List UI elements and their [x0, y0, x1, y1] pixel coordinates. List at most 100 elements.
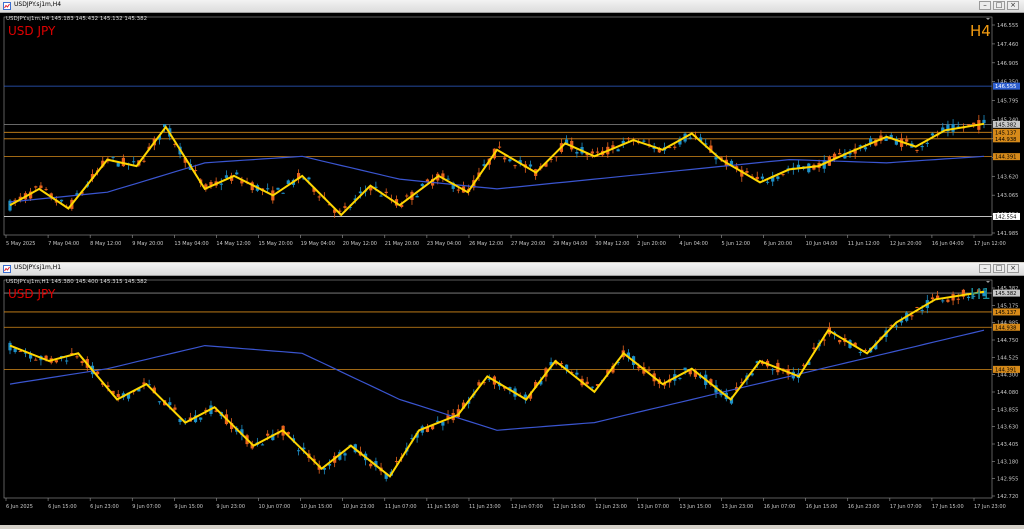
- candle-body: [503, 157, 507, 160]
- candle-body: [415, 195, 419, 198]
- candle-body: [575, 152, 579, 154]
- candle-body: [116, 163, 120, 167]
- window-titlebar-h1[interactable]: USDJPY.sj1m,H1 – □ ×: [0, 263, 1024, 276]
- candle-body: [281, 192, 285, 194]
- candle-body: [111, 156, 115, 158]
- price-tag-label: 144.391: [995, 367, 1016, 373]
- price-tick-label: 143.630: [997, 425, 1018, 431]
- candle-body: [456, 189, 460, 191]
- candle-body: [776, 176, 780, 179]
- price-tag-label: 145.137: [995, 310, 1016, 316]
- price-tag-label: 146.555: [995, 84, 1016, 90]
- time-tick-label: 30 May 12:00: [595, 241, 629, 247]
- time-tick-label: 4 Jun 04:00: [679, 241, 708, 247]
- time-tick-label: 9 Jun 15:00: [174, 504, 203, 510]
- time-tick-label: 17 Jun 07:00: [890, 504, 922, 510]
- candle-body: [219, 183, 223, 185]
- chart-area-h1[interactable]: 145.382 145.175 144.985 144.750 144.525 144.3…: [0, 276, 1024, 525]
- time-tick-label: 13 Jun 07:00: [637, 504, 669, 510]
- candle-body: [673, 146, 677, 148]
- chart-svg-h1[interactable]: 145.382145.175144.985144.750144.525144.3…: [0, 276, 1024, 525]
- price-tag-label: 144.391: [995, 155, 1016, 161]
- candle-body: [616, 149, 620, 152]
- time-tick-label: 9 May 20:00: [132, 241, 163, 247]
- candle-body: [554, 156, 558, 158]
- candle-body: [595, 151, 600, 153]
- close-icon[interactable]: ×: [1007, 264, 1019, 273]
- close-icon[interactable]: ×: [1007, 1, 1019, 10]
- time-tick-label: 23 May 04:00: [427, 241, 461, 247]
- candle-body: [894, 325, 898, 327]
- candle-body: [590, 386, 594, 388]
- time-tick-label: 11 Jun 15:00: [427, 504, 459, 510]
- candle-body: [54, 360, 58, 363]
- candle-body: [157, 401, 162, 403]
- candle-body: [80, 361, 84, 363]
- chart-window-h4: USDJPY.sj1m,H4 – □ × 146.555 147.460 146.9…: [0, 0, 1024, 262]
- price-tag-label: 142.554: [995, 214, 1017, 220]
- candle-body: [863, 147, 868, 150]
- candle-body: [930, 133, 935, 136]
- candle-body: [528, 164, 533, 167]
- time-tick-label: 11 Jun 23:00: [469, 504, 501, 510]
- price-tick-label: 141.985: [997, 231, 1018, 237]
- chart-area-h4[interactable]: 146.555147.460146.905146.350145.795145.2…: [0, 13, 1024, 262]
- price-tick-label: 145.795: [997, 99, 1018, 105]
- chart-app-icon: [3, 2, 11, 10]
- price-tick-label: 146.555: [997, 23, 1018, 29]
- candle-body: [765, 181, 770, 183]
- time-tick-label: 19 May 04:00: [301, 241, 335, 247]
- candle-body: [59, 199, 64, 202]
- price-tick-label: 143.405: [997, 442, 1018, 448]
- price-tick-label: 146.905: [997, 61, 1018, 67]
- candle-body: [260, 444, 265, 446]
- minimize-icon[interactable]: –: [979, 264, 991, 273]
- timeframe-label: H4: [970, 22, 991, 40]
- maximize-icon[interactable]: □: [993, 264, 1005, 273]
- candle-body: [910, 315, 914, 317]
- candle-body: [384, 191, 388, 194]
- candle-body: [266, 188, 270, 190]
- candle-body: [755, 176, 759, 180]
- time-tick-label: 17 Jun 15:00: [932, 504, 964, 510]
- candle-body: [590, 151, 594, 154]
- symbol-label: USD JPY: [8, 287, 56, 301]
- candle-body: [441, 421, 445, 426]
- ohlc-readout: USDJPY.sj1m,H4 145.183 145.432 145.132 1…: [6, 16, 147, 22]
- symbol-label: USD JPY: [8, 24, 56, 38]
- minimize-icon[interactable]: –: [979, 1, 991, 10]
- candle-body: [626, 138, 631, 140]
- candle-body: [688, 137, 692, 139]
- candle-body: [678, 377, 682, 379]
- maximize-icon[interactable]: □: [993, 1, 1005, 10]
- time-tick-label: 10 Jun 07:00: [259, 504, 291, 510]
- candle-body: [168, 402, 172, 406]
- chart-svg-h4[interactable]: 146.555147.460146.905146.350145.795145.2…: [0, 13, 1024, 262]
- window-titlebar-h4[interactable]: USDJPY.sj1m,H4 – □ ×: [0, 0, 1024, 13]
- candle-body: [508, 159, 512, 162]
- candle-body: [647, 370, 651, 372]
- candle-body: [343, 453, 347, 456]
- candle-body: [585, 381, 589, 385]
- moving-average-line: [9, 155, 985, 203]
- time-tick-label: 13 Jun 15:00: [679, 504, 711, 510]
- time-tick-label: 17 Jun 12:00: [974, 241, 1006, 247]
- time-tick-label: 14 May 12:00: [216, 241, 250, 247]
- time-tick-label: 27 May 20:00: [511, 241, 545, 247]
- candle-body: [116, 393, 120, 398]
- moving-average-line: [9, 329, 985, 431]
- price-tick-label: 143.620: [997, 174, 1018, 180]
- candle-body: [369, 463, 373, 467]
- time-tick-label: 12 Jun 15:00: [553, 504, 585, 510]
- price-tick-label: 142.720: [997, 494, 1018, 500]
- price-tick-label: 143.180: [997, 459, 1018, 465]
- candle-body: [915, 307, 919, 309]
- candle-body: [930, 297, 935, 300]
- price-tick-label: 144.525: [997, 355, 1018, 361]
- candle-body: [513, 165, 517, 167]
- candle-body: [714, 157, 718, 160]
- candle-body: [173, 407, 177, 410]
- time-tick-label: 9 Jun 23:00: [216, 504, 245, 510]
- candle-body: [276, 187, 280, 190]
- time-tick-label: 20 May 12:00: [343, 241, 377, 247]
